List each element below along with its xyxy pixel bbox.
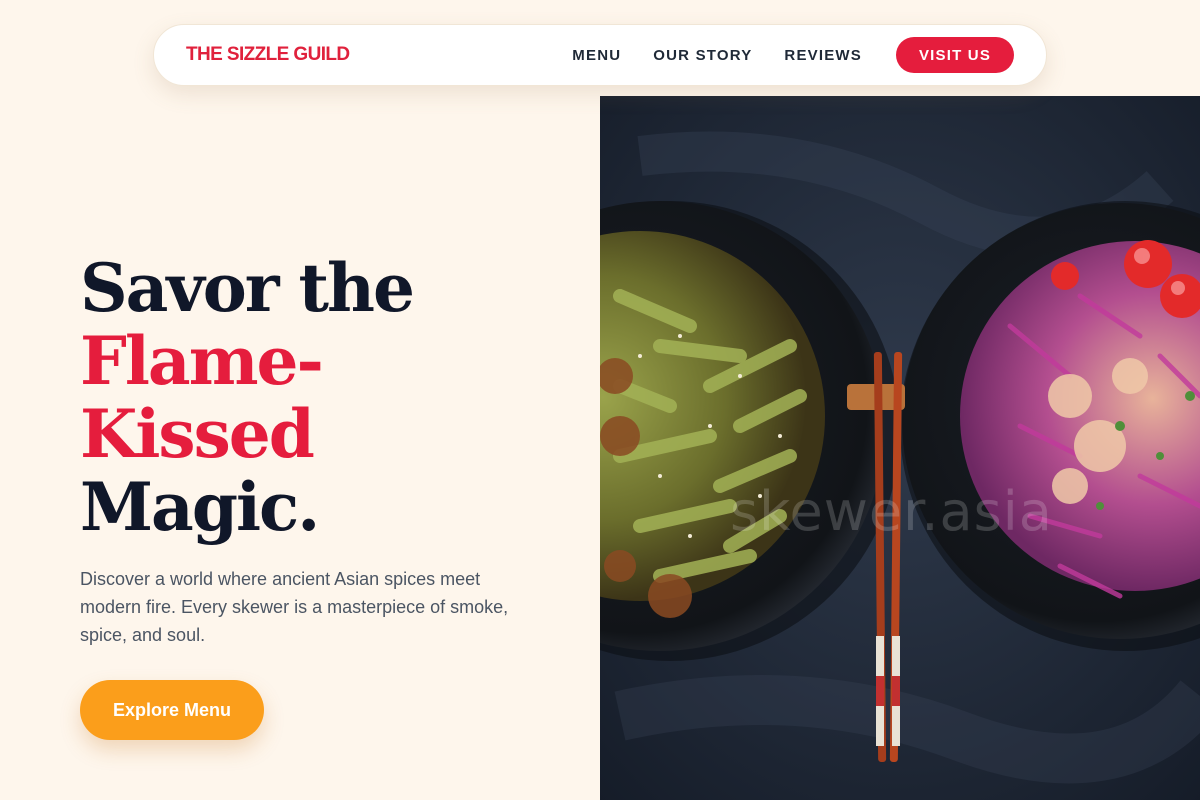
hero-description: Discover a world where ancient Asian spi… (80, 569, 509, 645)
explore-menu-button[interactable]: Explore Menu (80, 680, 264, 740)
top-nav-bar: THE SIZZLE GUILD MENU OUR STORY REVIEWS … (153, 24, 1047, 86)
food-bowls-illustration (600, 96, 1200, 800)
brand-logo[interactable]: THE SIZZLE GUILD (186, 44, 350, 66)
hero-title-line-4: Magic. (80, 468, 320, 546)
hero-title: Savor the Flame- Kissed Magic. (80, 249, 415, 546)
nav-link-menu[interactable]: MENU (572, 47, 621, 64)
image-watermark: skewer.asia (730, 480, 1053, 543)
nav-links: MENU OUR STORY REVIEWS (572, 47, 862, 64)
hero-food-image: skewer.asia (600, 96, 1200, 800)
hero-title-line-1: Savor the (80, 249, 415, 327)
hero-title-accent-line-2: Kissed (80, 395, 315, 473)
visit-us-button[interactable]: VISIT US (896, 37, 1014, 73)
nav-link-our-story[interactable]: OUR STORY (653, 47, 752, 64)
nav-link-reviews[interactable]: REVIEWS (784, 47, 862, 64)
hero-title-accent-line-1: Flame- (80, 322, 324, 400)
